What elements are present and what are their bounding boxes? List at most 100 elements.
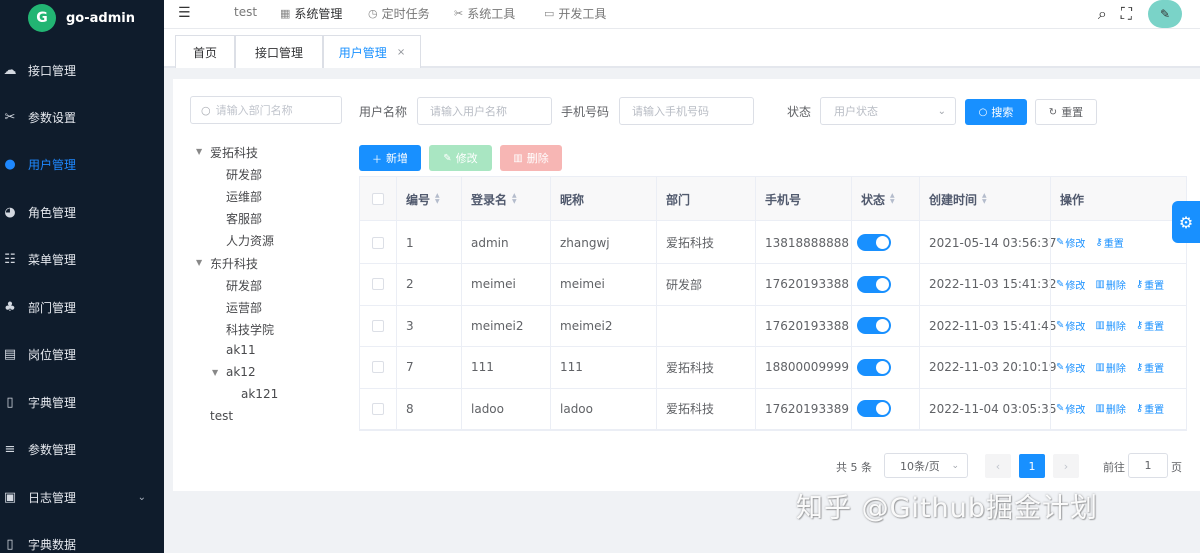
close-icon[interactable]: × [397,47,405,58]
status-switch[interactable] [857,275,891,293]
tree-node[interactable]: 运维部 [226,188,262,205]
column-header[interactable]: 编号 ▲ ▼ [406,177,440,221]
tree-node[interactable]: test [210,409,233,423]
status-switch[interactable] [857,317,891,334]
add-button[interactable]: ＋ 新增 [359,145,421,171]
sidebar-item[interactable]: ▯ 字典数据 [0,524,164,553]
column-header[interactable]: 登录名 ▲ ▼ [471,177,517,221]
page-size-select[interactable]: 10条/页 ⌄ [884,453,968,478]
column-header[interactable]: 状态 ▲ ▼ [861,177,895,221]
sidebar-item[interactable]: ▣ 日志管理 ⌄ [0,477,164,517]
fullscreen-icon[interactable]: ⛶ [1121,4,1132,24]
status-switch[interactable] [857,234,891,251]
tree-node[interactable]: ak11 [226,343,256,357]
cell-phone: 17620193388 [765,318,849,333]
action-link[interactable]: ✎ 修改 [1056,360,1085,375]
sidebar-item[interactable]: ♣ 部门管理 [0,287,164,327]
sliders-icon: ≡ [4,441,16,457]
sidebar-item[interactable]: ▯ 字典管理 [0,382,164,422]
app-logo[interactable]: G go-admin [28,4,135,32]
action-link[interactable]: ✎ 修改 [1056,318,1085,333]
caret-down-icon[interactable]: ▼ [196,258,202,267]
row-checkbox[interactable] [372,278,384,290]
sidebar-item[interactable]: ✂ 参数设置 [0,97,164,137]
sidebar-item[interactable]: ≡ 参数管理 [0,429,164,469]
action-link[interactable]: ✎ 修改 [1056,277,1085,292]
reset-button[interactable]: ↻ 重置 [1035,99,1097,125]
tree-node[interactable]: ▼ 爱拓科技 [196,144,258,161]
action-link[interactable]: ⚷ 重置 [1136,401,1164,416]
tree-node[interactable]: ▼ 东升科技 [196,255,258,272]
sort-icon[interactable]: ▲ ▼ [435,193,440,205]
tree-node[interactable]: 客服部 [226,210,262,227]
status-select[interactable]: 用户状态 ⌄ [820,97,956,125]
sort-icon[interactable]: ▲ ▼ [890,193,895,205]
sidebar-item[interactable]: ☷ 菜单管理 [0,239,164,279]
delete-button[interactable]: ▥ 删除 [500,145,562,171]
sort-icon[interactable]: ▲ ▼ [512,193,517,205]
caret-down-icon[interactable]: ▼ [196,147,202,156]
next-page-button[interactable]: › [1053,454,1079,478]
tree-node[interactable]: 人力资源 [226,232,274,249]
goto-page-input[interactable]: 1 [1128,453,1168,478]
top-nav-item[interactable]: ✂ 系统工具 [454,5,515,22]
action-link[interactable]: ▥ 删除 [1095,318,1125,333]
tree-node[interactable]: 科技学院 [226,321,274,338]
tree-node[interactable]: ak121 [241,387,278,401]
row-checkbox[interactable] [372,319,384,332]
tree-node[interactable]: ▼ ak12 [212,365,256,379]
row-select-cell [372,264,384,305]
sidebar-item[interactable]: ◕ 角色管理 [0,192,164,232]
edit-icon: ✎ [1056,278,1065,290]
action-link[interactable]: ▥ 删除 [1095,277,1125,292]
top-nav-item[interactable]: ▭ 开发工具 [544,5,606,22]
action-link[interactable]: ✎ 修改 [1056,401,1085,416]
search-icon[interactable]: ⌕ [1098,4,1107,24]
action-link[interactable]: ⚷ 重置 [1136,360,1164,375]
action-link[interactable]: ⚷ 重置 [1095,235,1123,250]
dept-search-input[interactable]: ○ 请输入部门名称 [190,96,342,124]
action-link[interactable]: ▥ 删除 [1095,401,1125,416]
username-input[interactable]: 请输入用户名称 [417,97,552,125]
avatar[interactable]: ✎ [1148,0,1182,28]
sort-icon[interactable]: ▲ ▼ [982,193,987,205]
action-link[interactable]: ✎ 修改 [1056,235,1085,250]
tree-node[interactable]: 研发部 [226,166,262,183]
status-switch[interactable] [857,358,891,376]
tree-node-label: test [210,409,234,424]
row-checkbox[interactable] [372,236,384,249]
caret-down-icon[interactable]: ▼ [212,368,218,377]
tab-user-management[interactable]: 用户管理 × [323,35,421,68]
column-divider [851,177,852,430]
user-icon: ● [4,156,16,172]
tree-node[interactable]: 运营部 [226,299,262,316]
tab-home[interactable]: 首页 [175,35,235,68]
tree-node[interactable]: 研发部 [226,277,262,294]
sidebar-item[interactable]: ▤ 岗位管理 [0,334,164,374]
phone-input[interactable]: 请输入手机号码 [619,97,754,125]
top-nav-item[interactable]: test [234,5,257,19]
tab-api-management[interactable]: 接口管理 [235,35,323,68]
cell-status [857,222,891,263]
select-all-checkbox[interactable] [372,193,384,205]
row-checkbox[interactable] [372,402,384,415]
column-header[interactable]: 创建时间 ▲ ▼ [929,177,987,221]
row-select-cell [372,222,384,263]
prev-page-button[interactable]: ‹ [985,454,1011,478]
edit-button[interactable]: ✎ 修改 [429,145,492,171]
edit-button-label: 修改 [455,152,478,165]
sidebar-item[interactable]: ☁ 接口管理 [0,50,164,90]
action-link[interactable]: ⚷ 重置 [1136,277,1164,292]
status-switch[interactable] [857,400,891,417]
sidebar-item[interactable]: ● 用户管理 [0,144,164,184]
top-nav-item[interactable]: ▦ 系统管理 [280,5,342,22]
action-link[interactable]: ⚷ 重置 [1136,318,1164,333]
top-nav-item[interactable]: ◷ 定时任务 [368,5,430,22]
search-button[interactable]: ○ 搜索 [965,99,1027,125]
row-checkbox[interactable] [372,361,384,373]
logo-icon: G [28,4,56,32]
action-link[interactable]: ▥ 删除 [1095,360,1125,375]
page-button-current[interactable]: 1 [1019,454,1045,478]
settings-button[interactable]: ⚙ [1172,201,1200,243]
hamburger-icon[interactable]: ☰ [178,5,191,21]
